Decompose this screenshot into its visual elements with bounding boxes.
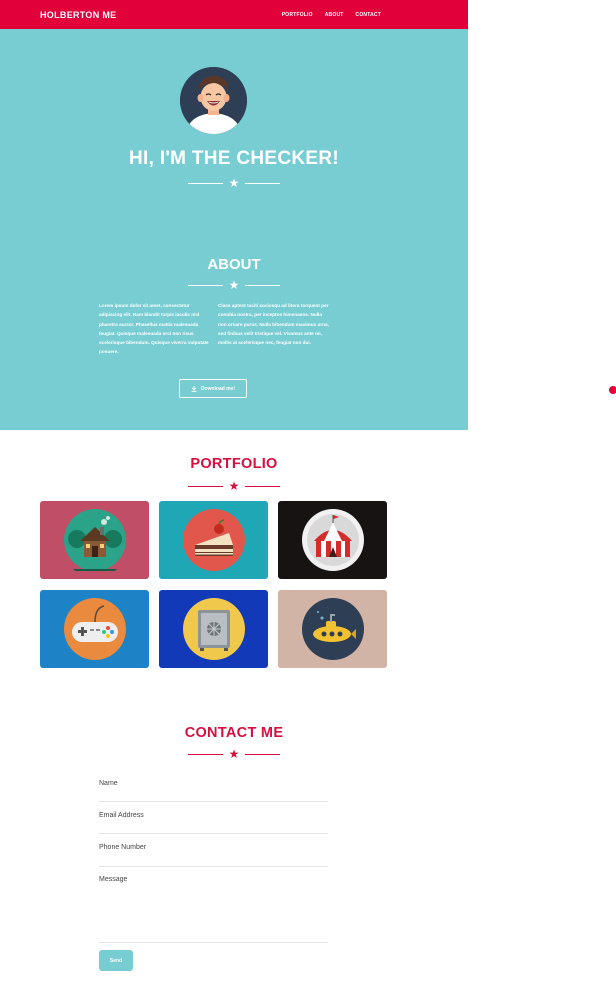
cake-icon [182, 509, 245, 571]
download-button[interactable]: Download me! [179, 379, 247, 398]
divider-line-left [187, 485, 223, 487]
portfolio-item-cake[interactable] [159, 501, 268, 579]
about-divider: ★ [0, 279, 468, 291]
page: HOLBERTON ME PORTFOLIO ABOUT CONTACT HI,… [0, 0, 468, 971]
top-navbar: HOLBERTON ME PORTFOLIO ABOUT CONTACT [0, 0, 468, 29]
hero-section: HI, I'M THE CHECKER! ★ ABOUT ★ Lorem ips… [0, 29, 468, 430]
phone-field[interactable]: Phone Number [99, 844, 328, 867]
nav-links: PORTFOLIO ABOUT CONTACT [282, 12, 428, 18]
star-icon: ★ [228, 479, 240, 493]
hero-divider: ★ [0, 177, 468, 189]
portfolio-item-submarine[interactable] [278, 590, 387, 668]
name-field[interactable]: Name [99, 780, 328, 802]
divider-line-left [187, 753, 223, 755]
safe-icon [182, 598, 245, 660]
divider-line-right [245, 284, 281, 286]
message-field[interactable]: Message [99, 876, 328, 943]
hero-title: HI, I'M THE CHECKER! [128, 148, 340, 169]
message-placeholder: Message [99, 876, 128, 883]
avatar-illustration [180, 67, 247, 134]
red-dot-indicator [609, 386, 616, 394]
divider-line-right [245, 182, 281, 184]
phone-placeholder: Phone Number [99, 844, 147, 851]
name-placeholder: Name [99, 780, 118, 787]
nav-link-portfolio[interactable]: PORTFOLIO [282, 12, 313, 18]
download-label: Download me! [200, 385, 236, 392]
submarine-icon [301, 598, 364, 660]
portfolio-item-cabin[interactable] [40, 501, 149, 579]
portfolio-item-game[interactable] [40, 590, 149, 668]
circus-tent-icon [301, 509, 364, 571]
download-icon [191, 385, 197, 392]
star-icon: ★ [228, 278, 240, 292]
about-title: ABOUT [207, 256, 261, 273]
divider-line-right [245, 753, 281, 755]
send-button[interactable]: Send [99, 950, 133, 971]
email-field[interactable]: Email Address [99, 812, 328, 834]
brand-logo[interactable]: HOLBERTON ME [40, 10, 116, 20]
about-text-left: Lorem ipsum dolor sit amet, consectetur … [99, 303, 209, 355]
star-icon: ★ [228, 176, 240, 190]
divider-line-left [187, 284, 223, 286]
divider-line-right [245, 485, 281, 487]
about-text-right: Class aptent taciti sociosqu ad litora t… [218, 303, 329, 346]
nav-link-about[interactable]: ABOUT [325, 12, 344, 18]
portfolio-title: PORTFOLIO [190, 456, 278, 472]
portfolio-divider: ★ [0, 480, 468, 492]
divider-line-left [187, 182, 223, 184]
email-placeholder: Email Address [99, 812, 144, 819]
portfolio-item-circus[interactable] [278, 501, 387, 579]
cabin-icon [63, 509, 126, 571]
star-icon: ★ [228, 747, 240, 761]
nav-link-contact[interactable]: CONTACT [356, 12, 381, 18]
avatar [180, 67, 247, 134]
portfolio-item-safe[interactable] [159, 590, 268, 668]
contact-title: CONTACT ME [184, 725, 284, 741]
contact-divider: ★ [0, 748, 468, 760]
game-controller-icon [63, 598, 126, 660]
